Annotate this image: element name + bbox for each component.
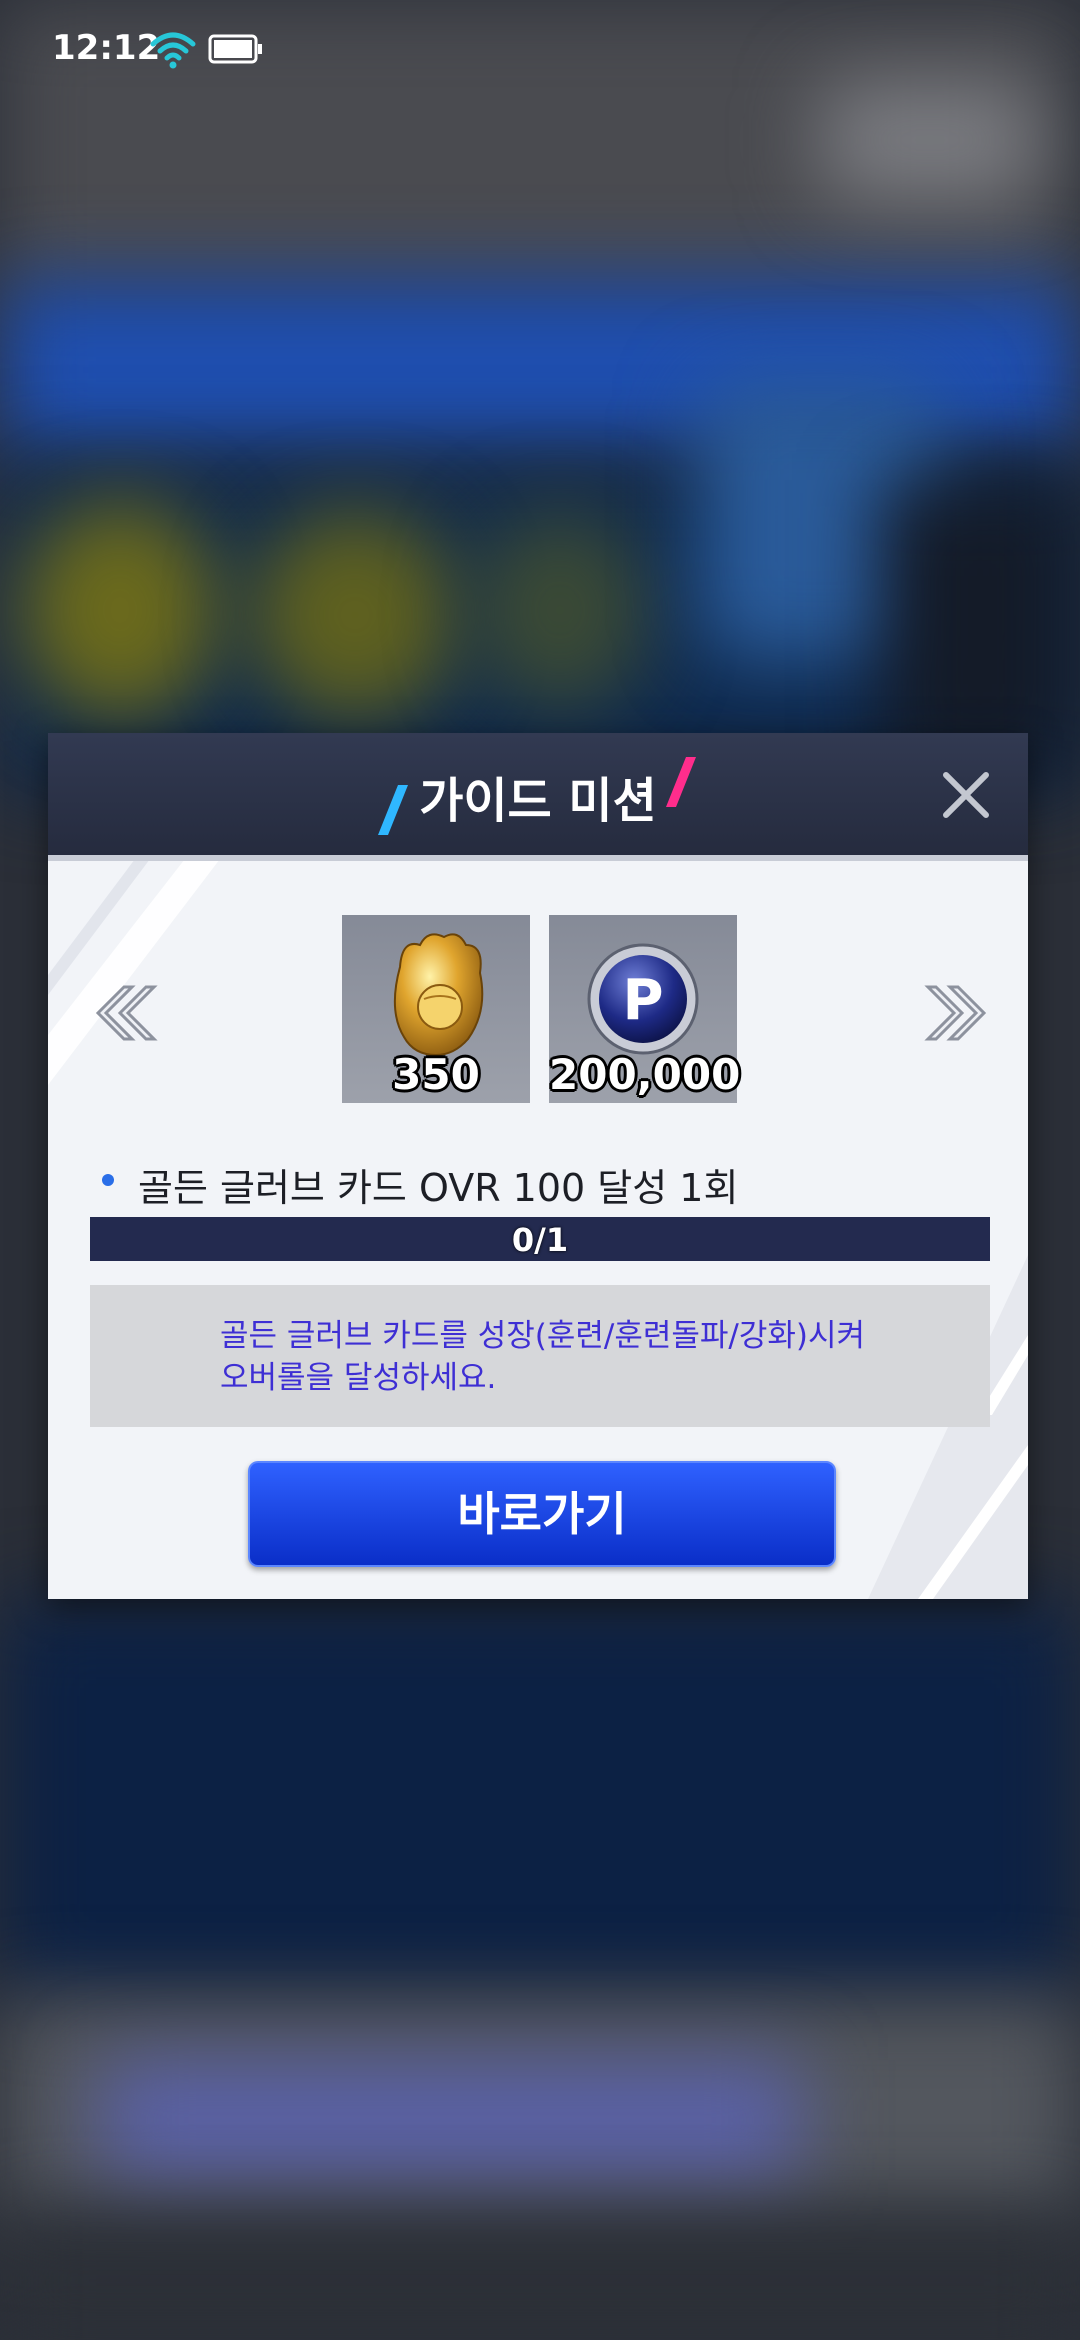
go-button[interactable]: 바로가기 — [248, 1461, 836, 1567]
status-bar: 12:12 — [0, 0, 1080, 100]
chevron-right-icon[interactable] — [924, 981, 994, 1045]
wifi-icon — [150, 32, 196, 69]
progress-bar: 0/1 — [90, 1217, 990, 1261]
status-time: 12:12 — [52, 28, 161, 68]
chevron-left-icon[interactable] — [88, 981, 158, 1045]
bullet-icon — [102, 1174, 114, 1186]
description-line: 오버롤을 달성하세요. — [220, 1360, 497, 1396]
dialog-title: 가이드 미션 — [419, 773, 657, 829]
close-icon[interactable] — [938, 767, 994, 823]
reward-amount: 200,000 — [549, 1050, 741, 1099]
battery-icon — [208, 34, 262, 64]
description-box: 골든 글러브 카드를 성장(훈련/훈련돌파/강화)시켜 오버롤을 달성하세요. — [90, 1285, 990, 1427]
reward-item: 350 — [342, 915, 530, 1103]
svg-text:P: P — [622, 968, 663, 1033]
guide-mission-dialog: 가이드 미션 350 P 200,000 골든 글러브 카드 OVR 100 달… — [48, 733, 1028, 1599]
description-text: 골든 글러브 카드를 성장(훈련/훈련돌파/강화)시켜 오버롤을 달성하세요. — [220, 1315, 865, 1399]
reward-amount: 350 — [392, 1050, 480, 1099]
mission-text: 골든 글러브 카드 OVR 100 달성 1회 — [138, 1166, 739, 1210]
progress-text: 0/1 — [511, 1221, 569, 1259]
reward-item: P 200,000 — [549, 915, 741, 1103]
description-line: 골든 글러브 카드를 성장(훈련/훈련돌파/강화)시켜 — [220, 1318, 866, 1354]
slash-decoration-icon — [666, 757, 696, 807]
dialog-header: 가이드 미션 — [48, 733, 1028, 861]
